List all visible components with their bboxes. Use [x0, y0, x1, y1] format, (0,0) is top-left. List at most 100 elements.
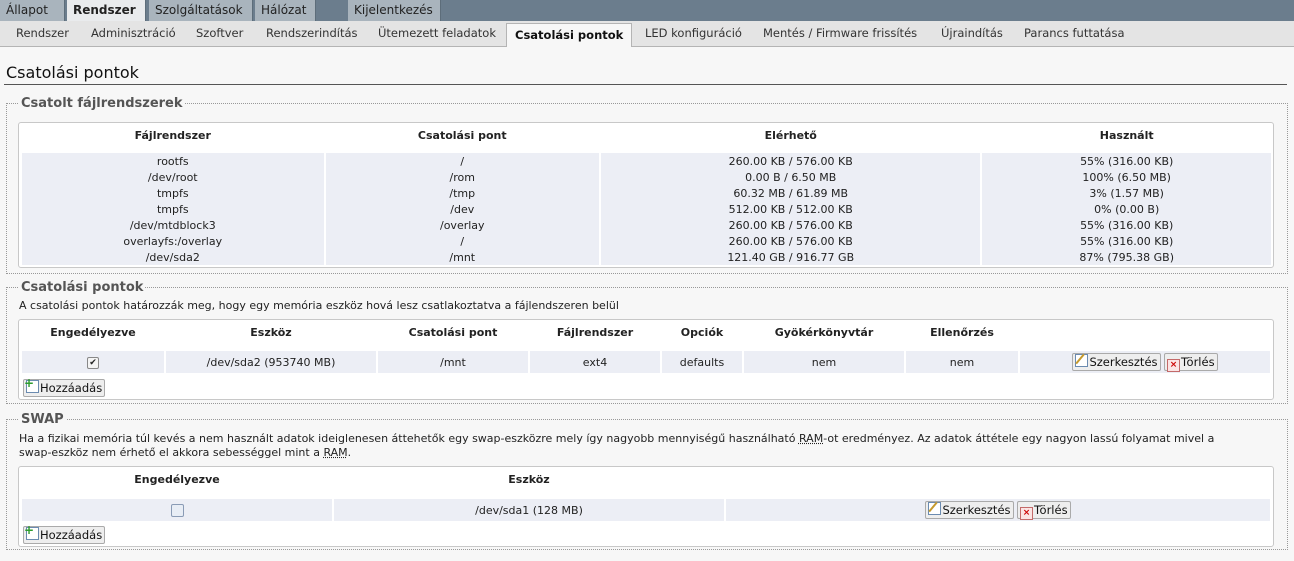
sub-menu-bar: Rendszer Adminisztráció Szoftver Rendsze… — [0, 21, 1294, 47]
cell-available: 0.00 B / 6.50 MB — [601, 169, 981, 185]
subtab-szoftver[interactable]: Szoftver — [196, 26, 243, 40]
swap-desc-text: Ha a fizikai memória túl kevés a nem has… — [19, 432, 799, 445]
cell-filesystem: tmpfs — [22, 185, 324, 201]
add-icon — [24, 375, 39, 393]
subtab-adminisztracio[interactable]: Adminisztráció — [91, 26, 176, 40]
column-header: Csatolási pont — [408, 325, 498, 339]
swap-desc-text: swap-eszköz nem érhető el akkora sebessé… — [19, 446, 324, 459]
add-icon — [24, 522, 39, 540]
cell-device: /dev/sda2 (953740 MB) — [166, 351, 376, 373]
delete-label: Törlés — [1181, 355, 1215, 369]
mounted-filesystems-legend: Csatolt fájlrendszerek — [21, 96, 183, 111]
cell-available: 260.00 KB / 576.00 KB — [601, 153, 981, 169]
subtab-rendszer[interactable]: Rendszer — [16, 26, 69, 40]
enabled-cell — [22, 499, 332, 521]
cell-filesystem: ext4 — [530, 351, 660, 373]
tab-kijelentkezes[interactable]: Kijelentkezés — [348, 0, 441, 21]
enabled-checkbox[interactable] — [170, 503, 184, 517]
delete-button[interactable]: × Törlés — [1164, 353, 1218, 372]
mount-points-description: A csatolási pontok határozzák meg, hogy … — [19, 299, 619, 312]
cell-filesystem: tmpfs — [22, 201, 324, 217]
column-header: Eszköz — [508, 472, 550, 486]
cell-mountpoint: / — [325, 233, 600, 249]
column-header: Elérhető — [764, 128, 817, 142]
subtab-ujrainditas[interactable]: Újraindítás — [941, 26, 1003, 40]
edit-button[interactable]: Szerkesztés — [925, 501, 1014, 519]
cell-used: 55% (316.00 KB) — [982, 217, 1271, 233]
top-menu-bar: Állapot Rendszer Szolgáltatások Hálózat … — [0, 0, 1294, 22]
cell-filesystem: /dev/sda2 — [22, 249, 324, 265]
delete-label: Törlés — [1034, 503, 1068, 517]
swap-legend: SWAP — [21, 412, 64, 427]
table-row: tmpfs/tmp 60.32 MB / 61.89 MB 3% (1.57 MB) — [22, 185, 1271, 201]
subtab-rendszerinditas[interactable]: Rendszerindítás — [266, 26, 358, 40]
cell-used: 0% (0.00 B) — [982, 201, 1271, 217]
edit-button[interactable]: Szerkesztés — [1072, 353, 1161, 371]
table-row: /dev/sda1 (128 MB) Szerkesztés × Törlés — [22, 499, 1270, 521]
subtab-parancs-futtatasa[interactable]: Parancs futtatása — [1024, 26, 1125, 40]
column-header: Opciók — [680, 325, 724, 339]
subtab-utemezett-feladatok[interactable]: Ütemezett feladatok — [378, 26, 496, 40]
cell-check: nem — [906, 351, 1018, 373]
cell-available: 60.32 MB / 61.89 MB — [601, 185, 981, 201]
cell-mountpoint: /rom — [325, 169, 600, 185]
column-header: Használt — [1099, 128, 1154, 142]
column-header: Engedélyezve — [50, 325, 136, 339]
column-header: Ellenőrzés — [930, 325, 994, 339]
cell-available: 260.00 KB / 576.00 KB — [601, 233, 981, 249]
cell-filesystem: overlayfs:/overlay — [22, 233, 324, 249]
mount-points-legend: Csatolási pontok — [21, 280, 144, 295]
tab-szolgaltatasok[interactable]: Szolgáltatások — [149, 0, 253, 21]
cell-filesystem: /dev/root — [22, 169, 324, 185]
add-swap-button[interactable]: Hozzáadás — [23, 522, 106, 544]
cell-used: 87% (795.38 GB) — [982, 249, 1271, 265]
subtab-mentes-firmware[interactable]: Mentés / Firmware frissítés — [763, 26, 917, 40]
swap-table: Engedélyezve Eszköz /dev/sda1 (128 MB) S… — [20, 467, 1272, 521]
cell-mountpoint: /mnt — [378, 351, 528, 373]
tab-halozat[interactable]: Hálózat — [255, 0, 316, 21]
cell-available: 121.40 GB / 916.77 GB — [601, 249, 981, 265]
swap-desc-text: -ot eredményez. Az adatok áttétele egy n… — [823, 432, 1215, 445]
column-header: Csatolási pont — [417, 128, 507, 142]
cell-used: 55% (316.00 KB) — [982, 233, 1271, 249]
add-mountpoint-button[interactable]: Hozzáadás — [23, 375, 106, 397]
cell-used: 3% (1.57 MB) — [982, 185, 1271, 201]
table-row: /dev/mtdblock3/overlay 260.00 KB / 576.00… — [22, 217, 1271, 233]
cell-mountpoint: /mnt — [325, 249, 600, 265]
subtab-csatolasi-pontok[interactable]: Csatolási pontok — [506, 23, 633, 47]
cell-mountpoint: /tmp — [325, 185, 600, 201]
add-label: Hozzáadás — [40, 381, 103, 395]
swap-desc-text: . — [347, 446, 352, 459]
delete-icon: × — [1020, 507, 1034, 520]
subtab-led-konfiguracio[interactable]: LED konfiguráció — [645, 26, 742, 40]
title-divider — [4, 84, 1287, 85]
table-header-row: Engedélyezve Eszköz — [22, 467, 1270, 491]
delete-button[interactable]: × Törlés — [1017, 501, 1071, 520]
ram-abbr: RAM — [323, 446, 348, 459]
table-row: /dev/sda2/mnt 121.40 GB / 916.77 GB 87% (7… — [22, 249, 1271, 265]
table-row: ✔ /dev/sda2 (953740 MB) /mnt ext4 defaul… — [22, 351, 1270, 373]
swap-description: Ha a fizikai memória túl kevés a nem has… — [19, 432, 1281, 460]
add-label: Hozzáadás — [40, 528, 103, 542]
edit-icon — [928, 502, 942, 515]
tab-rendszer[interactable]: Rendszer — [67, 0, 146, 22]
enabled-cell: ✔ — [22, 351, 164, 373]
enabled-checkbox[interactable]: ✔ — [87, 356, 99, 369]
table-header-row: Engedélyezve Eszköz Csatolási pont Fájlr… — [22, 320, 1270, 344]
table-row: overlayfs:/overlay/260.00 KB / 576.00 KB… — [22, 233, 1271, 249]
table-header-row: Fájlrendszer Csatolási pont Elérhető Has… — [22, 123, 1271, 147]
actions-cell: Szerkesztés × Törlés — [726, 499, 1270, 521]
table-row: rootfs/260.00 KB / 576.00 KB 55% (316.00 … — [22, 153, 1271, 169]
delete-icon: × — [1167, 359, 1181, 372]
mount-points-table: Engedélyezve Eszköz Csatolási pont Fájlr… — [20, 320, 1272, 373]
column-header: Engedélyezve — [134, 472, 220, 486]
cell-mountpoint: / — [325, 153, 600, 169]
cell-mountpoint: /overlay — [325, 217, 600, 233]
cell-filesystem: /dev/mtdblock3 — [22, 217, 324, 233]
cell-available: 512.00 KB / 512.00 KB — [601, 201, 981, 217]
column-header: Fájlrendszer — [134, 128, 211, 142]
cell-filesystem: rootfs — [22, 153, 324, 169]
mounted-filesystems-table: Fájlrendszer Csatolási pont Elérhető Has… — [20, 123, 1273, 265]
actions-cell: Szerkesztés × Törlés — [1020, 351, 1270, 373]
tab-allapot[interactable]: Állapot — [0, 0, 65, 21]
